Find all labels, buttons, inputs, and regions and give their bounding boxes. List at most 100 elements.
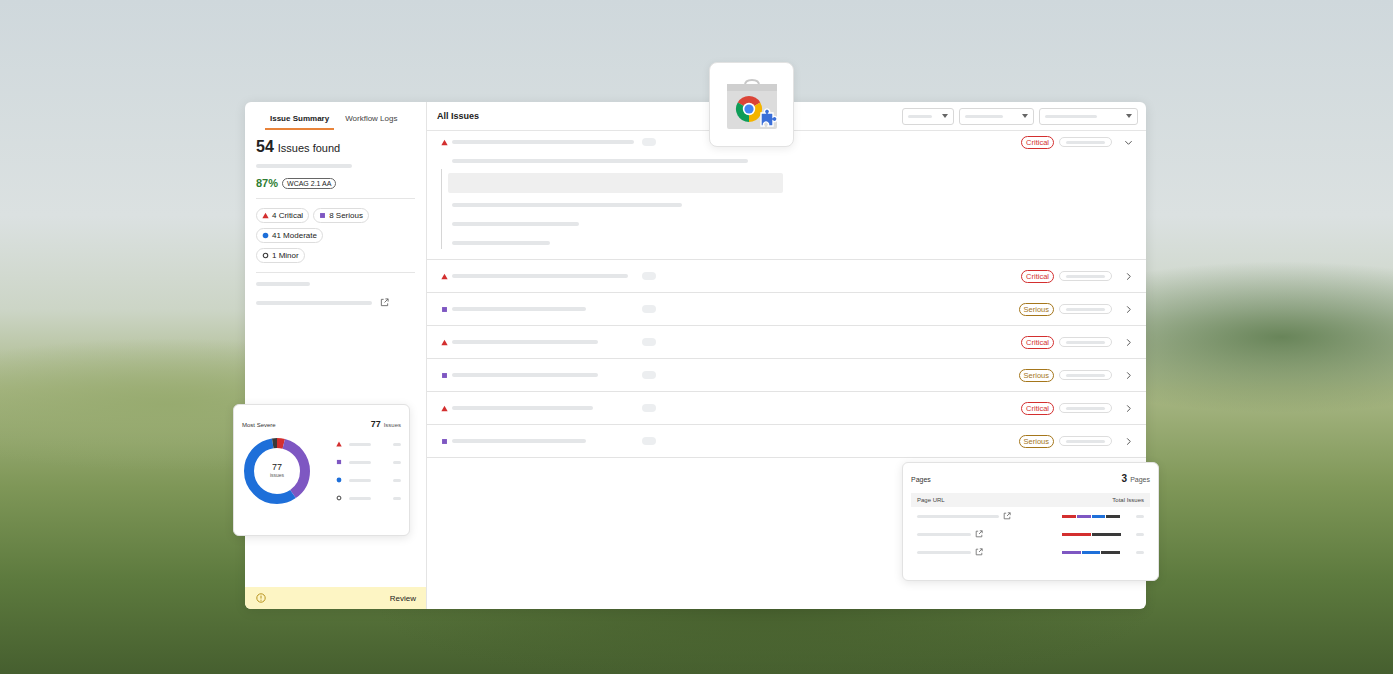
chevron-right-icon[interactable] xyxy=(1124,272,1133,281)
dot-icon xyxy=(336,477,342,483)
placeholder-pill xyxy=(642,305,656,313)
external-link-icon[interactable] xyxy=(975,530,983,538)
triangle-icon xyxy=(336,441,342,447)
chevron-right-icon[interactable] xyxy=(1124,338,1133,347)
legend-item xyxy=(336,477,401,483)
severity-badge: Critical xyxy=(1021,270,1054,283)
standard-badge: WCAG 2.1 AA xyxy=(282,178,336,189)
triangle-icon xyxy=(441,139,448,146)
placeholder-line xyxy=(908,115,932,118)
review-button[interactable]: Review xyxy=(390,594,416,603)
triangle-icon xyxy=(441,273,448,280)
caret-down-icon xyxy=(942,114,948,118)
issue-breakdown-bar xyxy=(1062,551,1122,554)
severity-badge: Serious xyxy=(1019,369,1054,382)
severity-badge: Critical xyxy=(1021,336,1054,349)
chrome-web-store-icon xyxy=(725,79,779,131)
pages-total: 3Pages xyxy=(1122,473,1150,484)
severity-badge: Critical xyxy=(1021,402,1054,415)
chevron-right-icon[interactable] xyxy=(1124,371,1133,380)
legend-item xyxy=(336,495,401,501)
placeholder-line xyxy=(256,282,310,286)
tab[interactable]: Issue Summary xyxy=(265,112,334,130)
issue-row[interactable]: Critical xyxy=(427,392,1146,425)
issues-title: All Issues xyxy=(437,111,479,121)
square-icon xyxy=(319,212,326,219)
placeholder-line xyxy=(1045,115,1097,118)
status-pill xyxy=(1059,403,1112,413)
donut-value: 77 xyxy=(272,463,282,473)
external-link-icon[interactable] xyxy=(975,548,983,556)
warning-icon xyxy=(256,593,266,603)
placeholder-line xyxy=(452,159,748,163)
tab-bar: Issue Summary Workflow Logs xyxy=(245,102,426,130)
severity-chip[interactable]: 1 Minor xyxy=(256,248,305,263)
severity-chip[interactable]: 41 Moderate xyxy=(256,228,323,243)
bar-segment xyxy=(1082,551,1101,554)
external-link-icon[interactable] xyxy=(1003,512,1011,520)
square-icon xyxy=(336,459,342,465)
bar-segment xyxy=(1092,533,1121,536)
issue-details xyxy=(441,169,1133,249)
column-header: Total Issues xyxy=(1112,497,1144,503)
issue-row[interactable]: Critical xyxy=(427,131,1146,260)
issue-row[interactable]: Serious xyxy=(427,425,1146,458)
report-link[interactable] xyxy=(256,298,415,307)
severity-chip[interactable]: 4 Critical xyxy=(256,208,309,223)
chevron-down-icon[interactable] xyxy=(1124,138,1133,147)
filter-dropdown[interactable] xyxy=(902,108,954,125)
divider xyxy=(256,272,415,273)
page-row[interactable] xyxy=(911,525,1150,543)
most-severe-card: Most Severe77Issues77issues xyxy=(233,404,410,536)
bar-segment xyxy=(1062,533,1091,536)
placeholder-line xyxy=(452,140,634,144)
placeholder-pill xyxy=(642,404,656,412)
page-row[interactable] xyxy=(911,543,1150,561)
placeholder-line xyxy=(256,301,372,305)
severity-chip[interactable]: 8 Serious xyxy=(313,208,369,223)
placeholder-line xyxy=(452,222,579,226)
issue-row-header[interactable]: Critical xyxy=(441,260,1133,292)
filter-dropdown[interactable] xyxy=(1039,108,1138,125)
score: 87% xyxy=(256,177,278,189)
issue-row-header[interactable]: Critical xyxy=(441,392,1133,424)
square-icon xyxy=(441,438,448,445)
issue-row-header[interactable]: Serious xyxy=(441,425,1133,457)
placeholder-line xyxy=(452,406,593,410)
chevron-right-icon[interactable] xyxy=(1124,437,1133,446)
page-row[interactable] xyxy=(911,507,1150,525)
column-header: Page URL xyxy=(917,497,945,503)
tab[interactable]: Workflow Logs xyxy=(340,112,402,130)
issue-row[interactable]: Critical xyxy=(427,326,1146,359)
review-bar[interactable]: Review xyxy=(245,587,426,609)
placeholder-line xyxy=(452,340,598,344)
issue-row[interactable]: Critical xyxy=(427,260,1146,293)
placeholder-line xyxy=(452,307,586,311)
placeholder-pill xyxy=(642,272,656,280)
ring-icon xyxy=(262,252,269,259)
issue-row[interactable]: Serious xyxy=(427,293,1146,326)
status-pill xyxy=(1059,370,1112,380)
chevron-right-icon[interactable] xyxy=(1124,404,1133,413)
issue-count: 54Issues found xyxy=(256,138,415,156)
issue-count-label: Issues found xyxy=(278,142,340,154)
issue-row-header[interactable]: Critical xyxy=(441,326,1133,358)
severity-chips: 4 Critical 8 Serious 41 Moderate 1 Minor xyxy=(256,208,415,263)
filter-dropdown[interactable] xyxy=(959,108,1034,125)
placeholder-line xyxy=(452,439,586,443)
dot-icon xyxy=(262,232,269,239)
chevron-right-icon[interactable] xyxy=(1124,305,1133,314)
triangle-icon xyxy=(262,212,269,219)
divider xyxy=(256,198,415,199)
placeholder-pill xyxy=(642,138,656,146)
issue-list: Critical Critical Serious Critical Serious Cr… xyxy=(427,131,1146,458)
placeholder-line xyxy=(452,274,628,278)
issue-row-header[interactable]: Serious xyxy=(441,293,1133,325)
issue-breakdown-bar xyxy=(1062,515,1122,518)
external-link-icon[interactable] xyxy=(380,298,389,307)
filter-bar xyxy=(902,108,1138,125)
placeholder-pill xyxy=(642,437,656,445)
issue-row[interactable]: Serious xyxy=(427,359,1146,392)
issue-row-header[interactable]: Serious xyxy=(441,359,1133,391)
donut-slice xyxy=(249,443,305,499)
